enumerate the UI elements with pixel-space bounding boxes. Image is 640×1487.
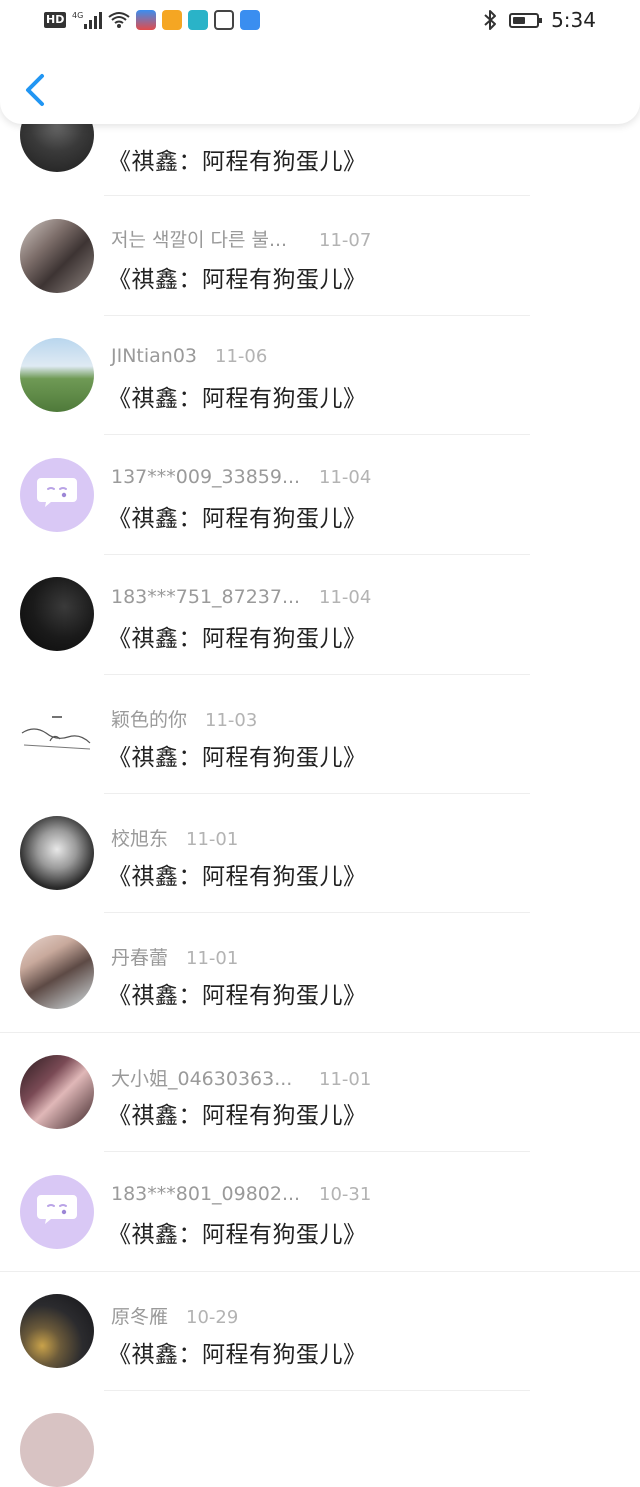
- item-date: 11-01: [319, 1069, 372, 1090]
- battery-icon: [509, 12, 543, 28]
- user-name: 原冬雁: [111, 1306, 169, 1328]
- avatar[interactable]: [20, 1055, 94, 1129]
- default-avatar[interactable]: [20, 1175, 94, 1249]
- list-item[interactable]: 丹春蕾 11-01 《祺鑫：阿程有狗蛋儿》: [0, 912, 640, 1033]
- avatar[interactable]: [20, 338, 94, 412]
- signal-icon: 4G: [72, 11, 103, 29]
- user-name: 저는 색깔이 다른 불...: [111, 229, 288, 251]
- item-title: 《祺鑫：阿程有狗蛋儿》: [108, 506, 367, 532]
- status-time: 5:34: [551, 8, 596, 32]
- user-name: 137***009_33859...: [111, 466, 301, 488]
- avatar[interactable]: [20, 1413, 94, 1487]
- user-name: 183***751_87237...: [111, 586, 301, 608]
- reader-app-icon: [188, 10, 209, 30]
- item-date: 11-01: [186, 948, 239, 969]
- avatar[interactable]: [20, 935, 94, 1009]
- user-name: 183***801_09802...: [111, 1183, 301, 1205]
- store-app-icon: [136, 10, 157, 30]
- list-item[interactable]: 183***751_87237... 11-04 《祺鑫：阿程有狗蛋儿》: [0, 554, 640, 675]
- item-date: 11-06: [215, 346, 268, 367]
- hd-badge: HD: [44, 12, 67, 28]
- item-date: 11-03: [205, 710, 258, 731]
- chat-bubble-icon: [37, 478, 77, 507]
- svg-text:4G: 4G: [72, 11, 83, 20]
- user-name: 校旭东: [111, 828, 169, 850]
- list-item[interactable]: 大小姐_04630363... 11-01 《祺鑫：阿程有狗蛋儿》: [0, 1032, 640, 1152]
- wifi-icon: [108, 12, 130, 28]
- default-avatar[interactable]: [20, 458, 94, 532]
- divider: [104, 1390, 530, 1391]
- item-title: 《祺鑫：阿程有狗蛋儿》: [108, 1342, 367, 1368]
- user-name: 颖色的你: [111, 709, 188, 731]
- item-title: 《祺鑫：阿程有狗蛋儿》: [108, 149, 367, 175]
- item-date: 10-31: [319, 1184, 372, 1205]
- item-date: 11-04: [319, 587, 372, 608]
- avatar[interactable]: [20, 219, 94, 293]
- avatar[interactable]: [20, 816, 94, 890]
- sketch-cat-avatar-image: [21, 716, 91, 750]
- user-name: 大小姐_04630363...: [111, 1068, 293, 1090]
- list-item[interactable]: 137***009_33859... 11-04 《祺鑫：阿程有狗蛋儿》: [0, 434, 640, 555]
- item-date: 11-01: [186, 829, 239, 850]
- item-date: 11-07: [319, 230, 372, 251]
- chat-bubble-icon: [37, 1195, 77, 1224]
- item-title: 《祺鑫：阿程有狗蛋儿》: [108, 745, 367, 771]
- avatar[interactable]: [20, 697, 94, 771]
- user-name: 丹春蕾: [111, 947, 169, 969]
- item-title: 《祺鑫：阿程有狗蛋儿》: [108, 1103, 367, 1129]
- chevron-left-icon[interactable]: [18, 70, 54, 110]
- list-item[interactable]: 183***801_09802... 10-31 《祺鑫：阿程有狗蛋儿》: [0, 1151, 640, 1272]
- list-item[interactable]: 颖色的你 11-03 《祺鑫：阿程有狗蛋儿》: [0, 674, 640, 794]
- user-name: JINtian03: [111, 345, 198, 367]
- list-item[interactable]: JINtian03 11-06 《祺鑫：阿程有狗蛋儿》: [0, 315, 640, 435]
- video-app-icon: [162, 10, 183, 30]
- bluetooth-icon: [484, 10, 497, 30]
- item-date: 10-29: [186, 1307, 239, 1328]
- list-item[interactable]: 校旭东 11-01 《祺鑫：阿程有狗蛋儿》: [0, 793, 640, 913]
- item-date: 11-04: [319, 467, 372, 488]
- item-title: 《祺鑫：阿程有狗蛋儿》: [108, 626, 367, 652]
- hand-app-icon: [214, 10, 235, 30]
- status-bar: HD 4G 5:34: [0, 0, 640, 44]
- cloud-app-icon: [240, 10, 261, 30]
- item-title: 《祺鑫：阿程有狗蛋儿》: [108, 267, 367, 293]
- item-title: 《祺鑫：阿程有狗蛋儿》: [108, 386, 367, 412]
- avatar[interactable]: [20, 577, 94, 651]
- avatar[interactable]: [20, 1294, 94, 1368]
- item-title: 《祺鑫：阿程有狗蛋儿》: [108, 864, 367, 890]
- item-title: 《祺鑫：阿程有狗蛋儿》: [108, 1222, 367, 1248]
- list-item[interactable]: 저는 색깔이 다른 불... 11-07 《祺鑫：阿程有狗蛋儿》: [0, 196, 640, 316]
- item-title: 《祺鑫：阿程有狗蛋儿》: [108, 983, 367, 1009]
- list-item[interactable]: 原冬雁 10-29 《祺鑫：阿程有狗蛋儿》: [0, 1271, 640, 1391]
